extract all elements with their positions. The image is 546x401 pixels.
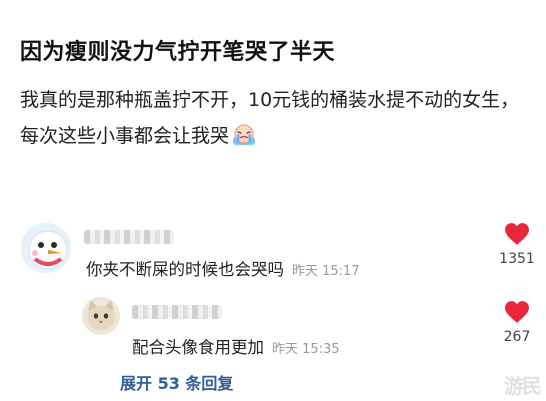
reply-time: 昨天 15:35	[272, 342, 340, 357]
post-title: 因为瘦则没力气拧开笔哭了半天	[20, 40, 336, 65]
comment: 你夹不断屎的时候也会哭吗 昨天 15:17	[86, 256, 360, 280]
snowman-avatar-icon	[21, 223, 71, 273]
reply-text: 配合头像食用更加	[132, 338, 264, 357]
reply: 配合头像食用更加 昨天 15:35	[132, 334, 340, 358]
heart-icon	[505, 223, 529, 245]
post-body-text: 我真的是那种瓶盖拧不开，10元钱的桶装水提不动的女生，每次这些小事都会让我哭	[20, 89, 520, 147]
post-body: 我真的是那种瓶盖拧不开，10元钱的桶装水提不动的女生，每次这些小事都会让我哭	[20, 82, 535, 159]
crying-face-icon	[231, 123, 257, 159]
watermark: 游民	[504, 374, 542, 398]
commenter-username-blurred[interactable]	[84, 230, 174, 244]
heart-icon	[505, 301, 529, 323]
like-count: 1351	[499, 251, 535, 267]
replier-avatar[interactable]	[82, 297, 120, 335]
like-button[interactable]: 1351	[499, 222, 535, 267]
comment-text: 你夹不断屎的时候也会哭吗	[86, 260, 284, 279]
commenter-avatar[interactable]	[21, 223, 71, 273]
reply-like-count: 267	[503, 329, 531, 345]
comment-time: 昨天 15:17	[292, 264, 360, 279]
replier-username-blurred[interactable]	[132, 305, 222, 319]
cat-avatar-icon	[82, 297, 120, 335]
expand-replies-link[interactable]: 展开 53 条回复	[120, 370, 233, 394]
reply-like-button[interactable]: 267	[499, 300, 535, 345]
